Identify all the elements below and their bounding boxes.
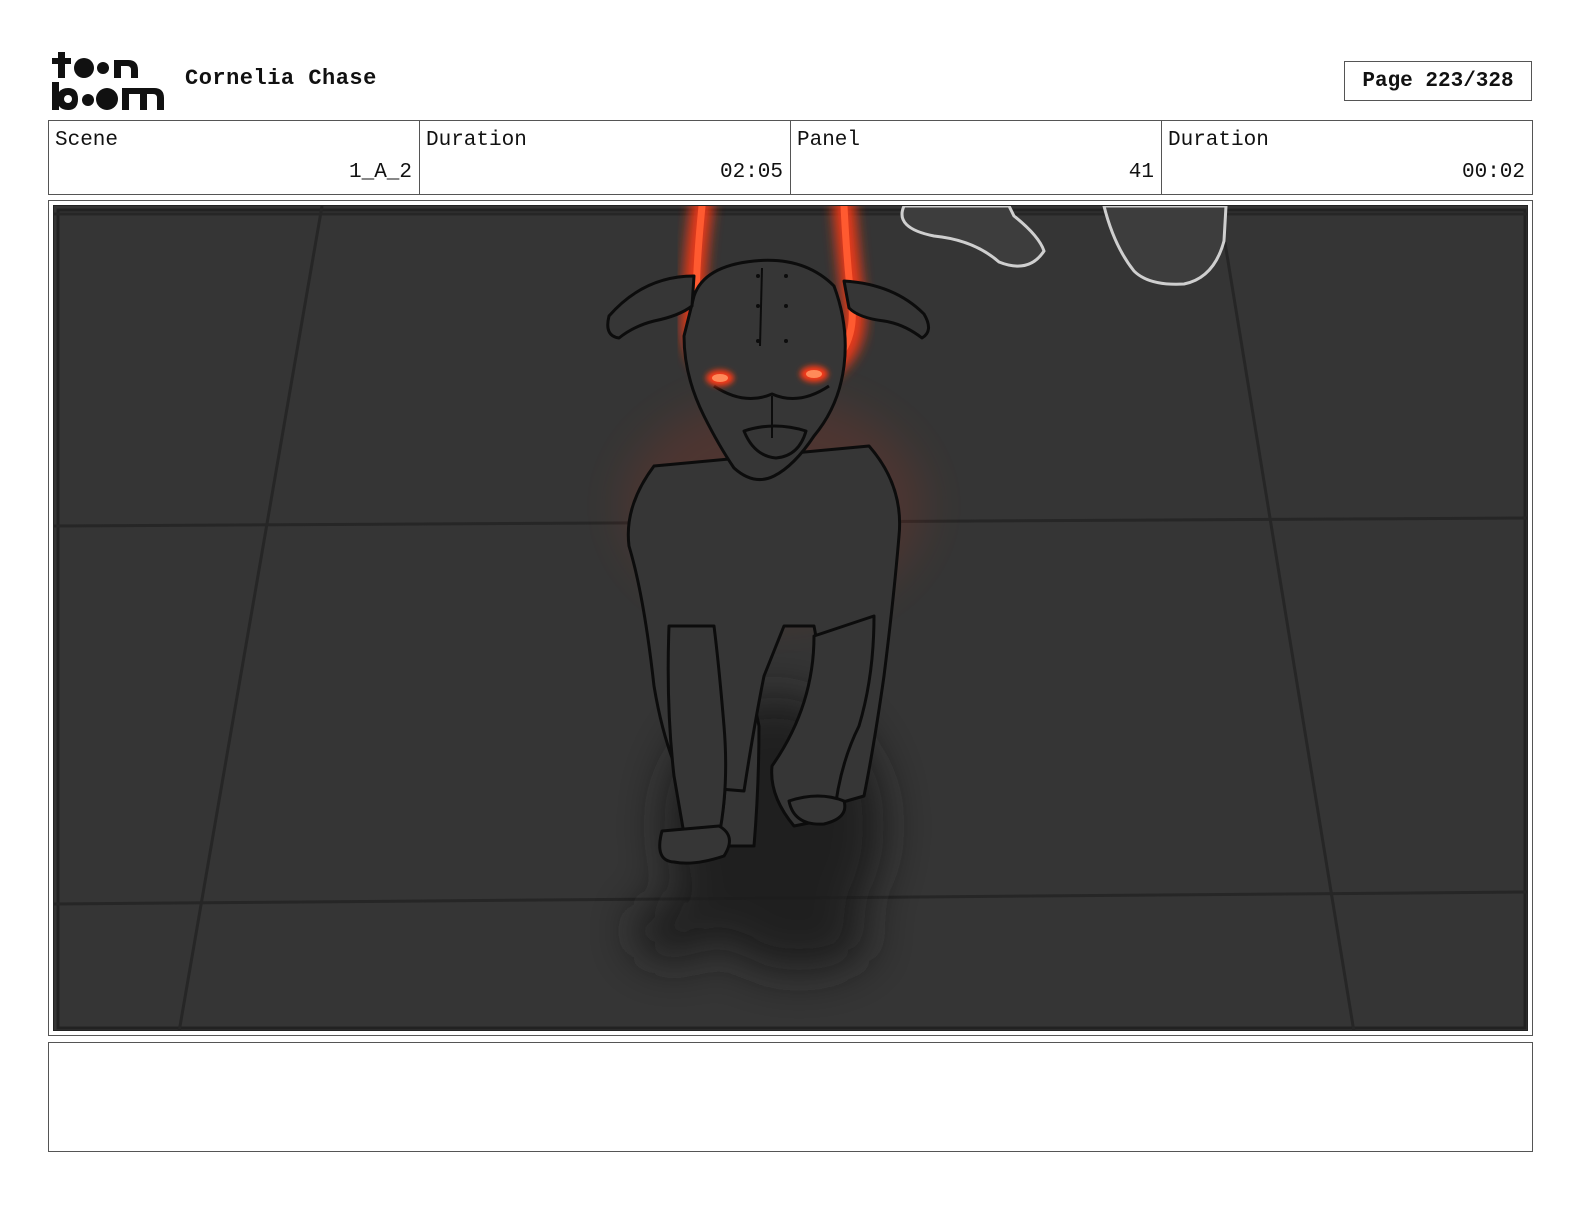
page-indicator: Page 223/328 <box>1344 61 1532 101</box>
panel-notes-box <box>48 1042 1533 1152</box>
storyboard-panel-image <box>53 205 1528 1031</box>
panel-duration-cell: Duration 00:02 <box>1162 121 1532 194</box>
panel-cell: Panel 41 <box>791 121 1162 194</box>
panel-duration-value: 00:02 <box>1461 161 1525 184</box>
scene-value: 1_A_2 <box>348 161 412 184</box>
panel-duration-label: Duration <box>1168 129 1269 152</box>
scene-label: Scene <box>55 129 119 152</box>
panel-label: Panel <box>797 129 861 152</box>
storyboard-panel-frame <box>48 200 1533 1036</box>
scene-duration-cell: Duration 02:05 <box>420 121 791 194</box>
toon-boom-logo <box>50 50 166 112</box>
scene-info-row: Scene 1_A_2 Duration 02:05 Panel 41 Dura… <box>48 120 1533 195</box>
scene-duration-label: Duration <box>426 129 527 152</box>
background-character-outline <box>900 206 1228 286</box>
scene-cell: Scene 1_A_2 <box>49 121 420 194</box>
project-title: Cornelia Chase <box>185 66 377 91</box>
storyboard-drawing <box>54 206 1527 1030</box>
panel-value: 41 <box>1128 161 1154 184</box>
scene-duration-value: 02:05 <box>719 161 783 184</box>
